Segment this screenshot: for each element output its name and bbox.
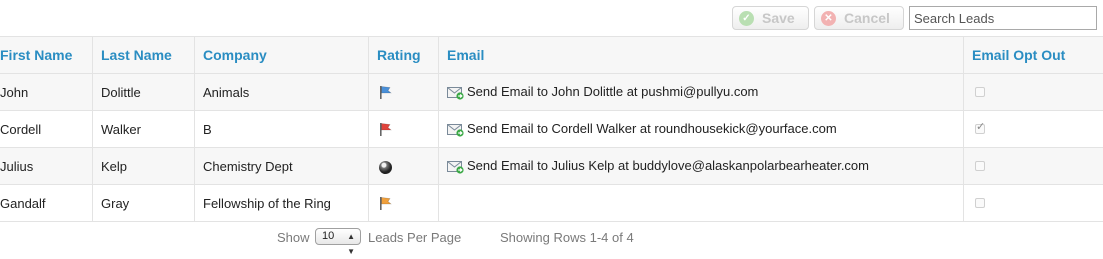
- cell-email: Send Email to Cordell Walker at roundhou…: [439, 111, 964, 148]
- send-email-link[interactable]: Send Email to Cordell Walker at roundhou…: [447, 121, 837, 136]
- save-label: Save: [762, 10, 795, 26]
- cell-first-name: John: [0, 74, 93, 111]
- per-page-value: 10: [322, 230, 334, 242]
- cell-company: Fellowship of the Ring: [195, 185, 369, 222]
- save-button[interactable]: ✓ Save: [732, 6, 809, 30]
- cell-email-opt-out: [964, 74, 1103, 111]
- cell-email-opt-out: [964, 185, 1103, 222]
- cell-rating: [369, 185, 439, 222]
- cell-company: Animals: [195, 74, 369, 111]
- send-email-link[interactable]: Send Email to Julius Kelp at buddylove@a…: [447, 158, 869, 173]
- column-header-company[interactable]: Company: [195, 37, 369, 74]
- send-email-link[interactable]: Send Email to John Dolittle at pushmi@pu…: [447, 84, 758, 99]
- blue-flag-icon: [377, 84, 393, 100]
- cell-email-opt-out: [964, 111, 1103, 148]
- table-row[interactable]: CordellWalkerB Send Email to Cordell Walk…: [0, 111, 1103, 148]
- cell-email: [439, 185, 964, 222]
- email-opt-out-checkbox[interactable]: [975, 87, 985, 97]
- pagination-footer: Show 10 ▲▼ Leads Per Page Showing Rows 1…: [0, 227, 1103, 249]
- send-email-text: Send Email to Julius Kelp at buddylove@a…: [467, 158, 869, 173]
- eight-ball-icon: [377, 161, 392, 174]
- red-flag-icon: [377, 121, 393, 137]
- cancel-button[interactable]: ✕ Cancel: [814, 6, 904, 30]
- email-opt-out-checkbox[interactable]: [975, 198, 985, 208]
- leads-table: First Name Last Name Company Rating Emai…: [0, 36, 1103, 222]
- table-row[interactable]: JuliusKelpChemistry Dept Send Email to Ju…: [0, 148, 1103, 185]
- cell-company: B: [195, 111, 369, 148]
- select-arrows-icon: ▲▼: [347, 229, 355, 259]
- cell-rating: [369, 111, 439, 148]
- cell-last-name: Dolittle: [93, 74, 195, 111]
- email-opt-out-checkbox[interactable]: [975, 161, 985, 171]
- column-header-rating[interactable]: Rating: [369, 37, 439, 74]
- column-header-last-name[interactable]: Last Name: [93, 37, 195, 74]
- send-email-text: Send Email to John Dolittle at pushmi@pu…: [467, 84, 758, 99]
- check-icon: ✓: [739, 11, 754, 26]
- cell-email: Send Email to Julius Kelp at buddylove@a…: [439, 148, 964, 185]
- column-header-first-name[interactable]: First Name: [0, 37, 93, 74]
- table-header-row: First Name Last Name Company Rating Emai…: [0, 37, 1103, 74]
- cancel-icon: ✕: [821, 11, 836, 26]
- cell-last-name: Walker: [93, 111, 195, 148]
- cell-email-opt-out: [964, 148, 1103, 185]
- per-page-label: Leads Per Page: [368, 230, 461, 245]
- send-email-icon: [447, 158, 467, 173]
- cell-last-name: Kelp: [93, 148, 195, 185]
- cell-rating: [369, 74, 439, 111]
- cell-first-name: Cordell: [0, 111, 93, 148]
- cell-company: Chemistry Dept: [195, 148, 369, 185]
- column-header-email-opt-out[interactable]: Email Opt Out: [964, 37, 1103, 74]
- cell-first-name: Julius: [0, 148, 93, 185]
- column-header-email[interactable]: Email: [439, 37, 964, 74]
- cell-rating: [369, 148, 439, 185]
- cancel-label: Cancel: [844, 10, 890, 26]
- toolbar: ✓ Save ✕ Cancel: [0, 0, 1103, 36]
- send-email-icon: [447, 121, 467, 136]
- search-input[interactable]: [909, 6, 1097, 30]
- send-email-icon: [447, 84, 467, 99]
- cell-email: Send Email to John Dolittle at pushmi@pu…: [439, 74, 964, 111]
- show-label: Show: [277, 230, 310, 245]
- cell-last-name: Gray: [93, 185, 195, 222]
- email-opt-out-checkbox[interactable]: [975, 124, 985, 134]
- orange-flag-icon: [377, 195, 393, 211]
- send-email-text: Send Email to Cordell Walker at roundhou…: [467, 121, 837, 136]
- showing-rows-label: Showing Rows 1-4 of 4: [500, 230, 634, 245]
- per-page-select[interactable]: 10 ▲▼: [315, 228, 361, 245]
- table-row[interactable]: JohnDolittleAnimals Send Email to John Do…: [0, 74, 1103, 111]
- cell-first-name: Gandalf: [0, 185, 93, 222]
- table-row[interactable]: GandalfGrayFellowship of the Ring: [0, 185, 1103, 222]
